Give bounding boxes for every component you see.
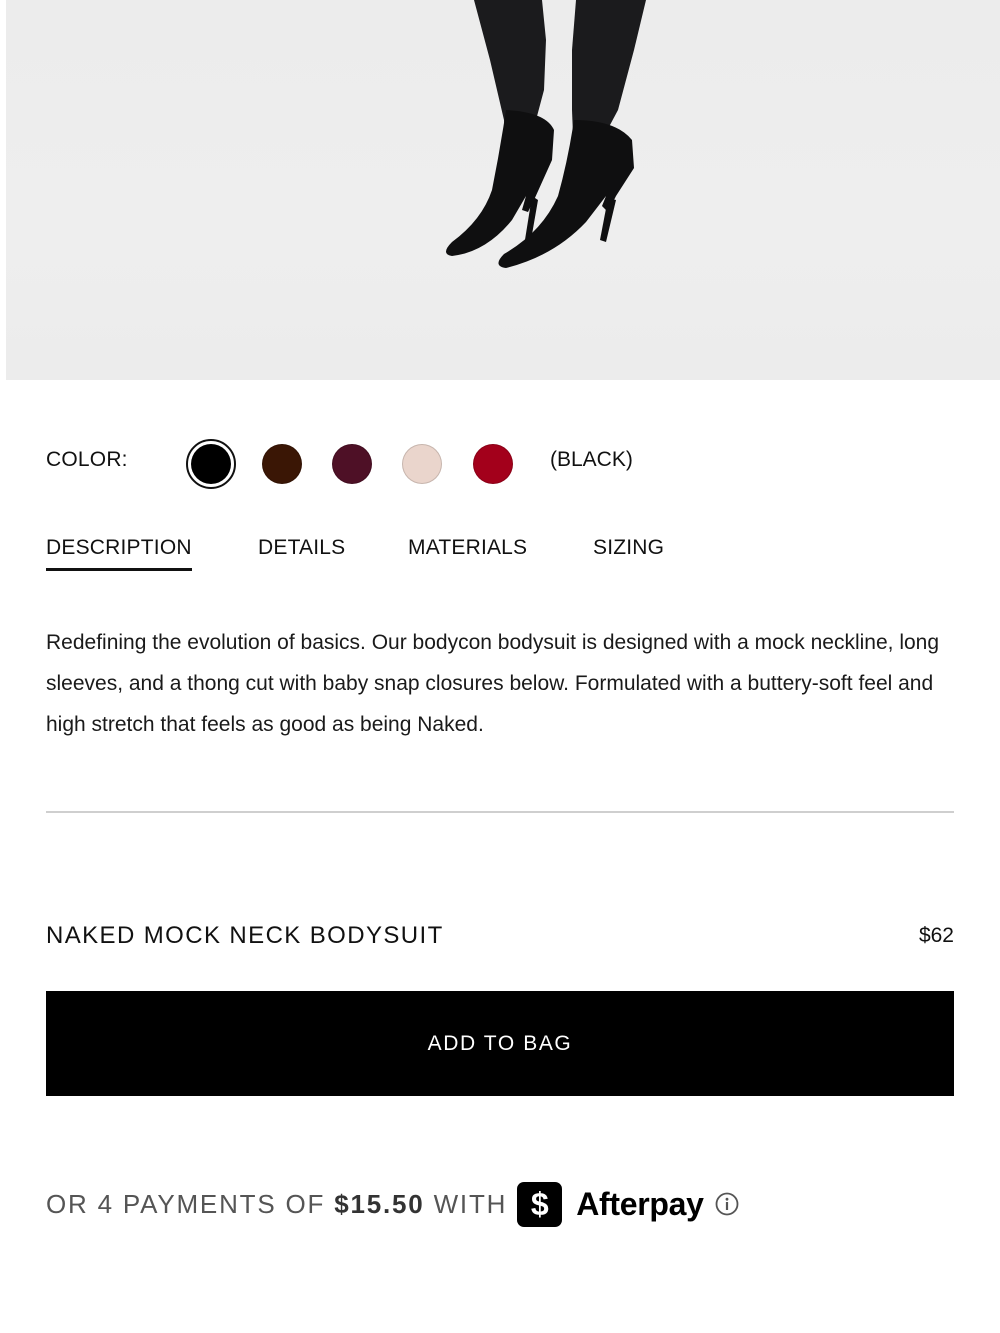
divider (46, 811, 954, 813)
tab-details[interactable]: DETAILS (258, 536, 345, 568)
swatch-plum[interactable] (332, 444, 372, 484)
selected-color-name: (BLACK) (550, 448, 633, 471)
product-price: $62 (918, 924, 954, 947)
afterpay-amount: $15.50 (334, 1188, 425, 1219)
tab-description[interactable]: DESCRIPTION (46, 536, 192, 571)
afterpay-suffix: WITH (433, 1188, 508, 1219)
info-icon[interactable] (714, 1191, 740, 1217)
swatch-brown[interactable] (262, 444, 302, 484)
model-legs-illustration (446, 0, 646, 268)
product-name: NAKED MOCK NECK BODYSUIT (46, 922, 444, 949)
swatch-red[interactable] (473, 444, 513, 484)
add-to-bag-button[interactable]: ADD TO BAG (46, 991, 954, 1096)
product-image (6, 0, 1000, 380)
afterpay-message: OR 4 PAYMENTS OF $15.50 WITH $ Afterpay (46, 1180, 846, 1228)
tab-sizing[interactable]: SIZING (593, 536, 664, 568)
swatch-black[interactable] (186, 439, 236, 489)
info-tabs: DESCRIPTION DETAILS MATERIALS SIZING (46, 536, 746, 572)
swatch-nude[interactable] (402, 444, 442, 484)
afterpay-text: OR 4 PAYMENTS OF $15.50 WITH (46, 1189, 507, 1220)
color-selector: COLOR: (BLACK) (46, 439, 746, 490)
add-to-bag-label: ADD TO BAG (427, 1031, 573, 1055)
afterpay-prefix: OR 4 PAYMENTS OF (46, 1188, 326, 1219)
afterpay-brand: Afterpay (576, 1185, 704, 1222)
color-label: COLOR: (46, 448, 128, 471)
afterpay-logo-icon: $ (517, 1181, 563, 1227)
tab-materials[interactable]: MATERIALS (408, 536, 527, 568)
product-description: Redefining the evolution of basics. Our … (46, 631, 940, 736)
